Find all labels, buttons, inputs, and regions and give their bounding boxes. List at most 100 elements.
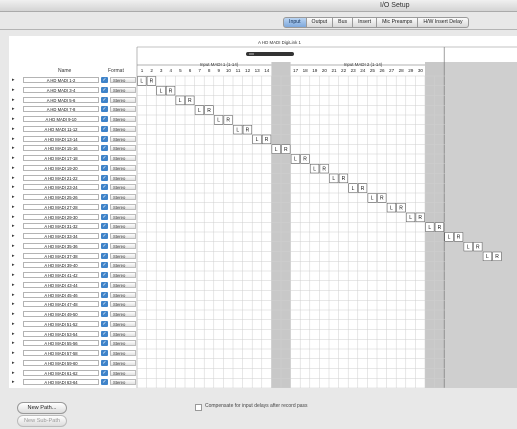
path-name-field[interactable]: A HD MADI 33-34 xyxy=(23,233,99,239)
tab-mic-preamps[interactable]: Mic Preamps xyxy=(377,17,419,28)
path-name-field[interactable]: A HD MADI 21-22 xyxy=(23,174,99,181)
path-name-field[interactable]: A HD MADI 41-42 xyxy=(23,272,99,278)
new-sub-path-button[interactable]: New Sub-Path xyxy=(17,415,67,427)
checkmark-icon[interactable]: ✓ xyxy=(101,86,108,93)
checkmark-icon[interactable]: ✓ xyxy=(101,369,108,376)
disclosure-triangle-icon[interactable]: ▸ xyxy=(12,97,15,103)
checkmark-icon[interactable]: ✓ xyxy=(101,330,108,337)
format-selector[interactable]: Stereo xyxy=(110,272,136,278)
disclosure-triangle-icon[interactable]: ▸ xyxy=(12,106,15,112)
tab-h-w-insert-delay[interactable]: H/W Insert Delay xyxy=(418,17,469,28)
path-name-field[interactable]: A HD MADI 59-60 xyxy=(23,359,99,366)
disclosure-triangle-icon[interactable]: ▸ xyxy=(12,175,15,181)
format-selector[interactable]: Stereo xyxy=(110,125,136,132)
path-name-field[interactable]: A HD MADI 5-6 xyxy=(23,96,99,103)
checkmark-icon[interactable]: ✓ xyxy=(101,213,108,220)
checkmark-icon[interactable]: ✓ xyxy=(101,194,108,200)
format-selector[interactable]: Stereo xyxy=(110,369,136,376)
checkmark-icon[interactable]: ✓ xyxy=(101,252,108,259)
format-selector[interactable]: Stereo xyxy=(110,340,136,347)
format-selector[interactable]: Stereo xyxy=(110,242,136,249)
format-selector[interactable]: Stereo xyxy=(110,116,136,122)
disclosure-triangle-icon[interactable]: ▸ xyxy=(12,350,15,356)
path-name-field[interactable]: A HD MADI 3-4 xyxy=(23,86,99,93)
checkmark-icon[interactable]: ✓ xyxy=(101,106,108,113)
disclosure-triangle-icon[interactable]: ▸ xyxy=(12,379,15,385)
disclosure-triangle-icon[interactable]: ▸ xyxy=(12,155,15,161)
format-selector[interactable]: Stereo xyxy=(110,233,136,239)
format-selector[interactable]: Stereo xyxy=(110,77,136,83)
path-name-field[interactable]: A HD MADI 27-28 xyxy=(23,203,99,210)
format-selector[interactable]: Stereo xyxy=(110,164,136,171)
checkmark-icon[interactable]: ✓ xyxy=(101,223,108,230)
disclosure-triangle-icon[interactable]: ▸ xyxy=(12,272,15,278)
disclosure-triangle-icon[interactable]: ▸ xyxy=(12,214,15,220)
disclosure-triangle-icon[interactable]: ▸ xyxy=(12,126,15,132)
format-selector[interactable]: Stereo xyxy=(110,213,136,220)
path-name-field[interactable]: A HD MADI 55-56 xyxy=(23,340,99,347)
tab-insert[interactable]: Insert xyxy=(353,17,378,28)
disclosure-triangle-icon[interactable]: ▸ xyxy=(12,360,15,366)
disclosure-triangle-icon[interactable]: ▸ xyxy=(12,253,15,259)
path-name-field[interactable]: A HD MADI 45-46 xyxy=(23,291,99,298)
checkmark-icon[interactable]: ✓ xyxy=(101,135,108,142)
path-name-field[interactable]: A HD MADI 37-38 xyxy=(23,252,99,259)
checkmark-icon[interactable]: ✓ xyxy=(101,116,108,122)
checkmark-icon[interactable]: ✓ xyxy=(101,320,108,327)
checkmark-icon[interactable]: ✓ xyxy=(101,145,108,152)
path-name-field[interactable]: A HD MADI 51-52 xyxy=(23,320,99,327)
format-selector[interactable]: Stereo xyxy=(110,301,136,308)
new-path-button[interactable]: New Path... xyxy=(17,402,67,414)
path-name-field[interactable]: A HD MADI 43-44 xyxy=(23,281,99,288)
disclosure-triangle-icon[interactable]: ▸ xyxy=(12,233,15,239)
path-name-field[interactable]: A HD MADI 13-14 xyxy=(23,135,99,142)
format-selector[interactable]: Stereo xyxy=(110,223,136,230)
disclosure-triangle-icon[interactable]: ▸ xyxy=(12,340,15,346)
path-name-field[interactable]: A HD MADI 25-26 xyxy=(23,194,99,200)
disclosure-triangle-icon[interactable]: ▸ xyxy=(12,282,15,288)
path-name-field[interactable]: A HD MADI 19-20 xyxy=(23,164,99,171)
disclosure-triangle-icon[interactable]: ▸ xyxy=(12,136,15,142)
path-name-field[interactable]: A HD MADI 57-58 xyxy=(23,350,99,356)
disclosure-triangle-icon[interactable]: ▸ xyxy=(12,311,15,317)
path-name-field[interactable]: A HD MADI 61-62 xyxy=(23,369,99,376)
format-selector[interactable]: Stereo xyxy=(110,252,136,259)
disclosure-triangle-icon[interactable]: ▸ xyxy=(12,184,15,190)
path-name-field[interactable]: A HD MADI 7-8 xyxy=(23,106,99,113)
disclosure-triangle-icon[interactable]: ▸ xyxy=(12,292,15,298)
checkmark-icon[interactable]: ✓ xyxy=(101,262,108,269)
disclosure-triangle-icon[interactable]: ▸ xyxy=(12,204,15,210)
format-selector[interactable]: Stereo xyxy=(110,281,136,288)
format-selector[interactable]: Stereo xyxy=(110,203,136,210)
disclosure-triangle-icon[interactable]: ▸ xyxy=(12,77,15,83)
format-selector[interactable]: Stereo xyxy=(110,86,136,93)
checkmark-icon[interactable]: ✓ xyxy=(101,311,108,317)
format-selector[interactable]: Stereo xyxy=(110,359,136,366)
checkmark-icon[interactable]: ✓ xyxy=(101,379,108,386)
checkmark-icon[interactable]: ✓ xyxy=(101,125,108,132)
disclosure-triangle-icon[interactable]: ▸ xyxy=(12,321,15,327)
checkmark-icon[interactable]: ✓ xyxy=(101,291,108,298)
checkmark-icon[interactable]: ✓ xyxy=(101,77,108,83)
checkmark-icon[interactable]: ✓ xyxy=(101,155,108,161)
path-name-field[interactable]: A HD MADI 47-48 xyxy=(23,301,99,308)
checkmark-icon[interactable]: ✓ xyxy=(101,203,108,210)
format-selector[interactable]: Stereo xyxy=(110,155,136,161)
format-selector[interactable]: Stereo xyxy=(110,330,136,337)
format-selector[interactable]: Stereo xyxy=(110,194,136,200)
path-name-field[interactable]: A HD MADI 17-18 xyxy=(23,155,99,161)
tab-input[interactable]: Input xyxy=(283,17,307,28)
disclosure-triangle-icon[interactable]: ▸ xyxy=(12,87,15,93)
checkmark-icon[interactable]: ✓ xyxy=(101,359,108,366)
path-name-field[interactable]: A HD MADI 31-32 xyxy=(23,223,99,230)
checkmark-icon[interactable]: ✓ xyxy=(101,96,108,103)
format-selector[interactable]: Stereo xyxy=(110,174,136,181)
disclosure-triangle-icon[interactable]: ▸ xyxy=(12,223,15,229)
disclosure-triangle-icon[interactable]: ▸ xyxy=(12,301,15,307)
checkmark-icon[interactable]: ✓ xyxy=(101,340,108,347)
path-name-field[interactable]: A HD MADI 63-64 xyxy=(23,379,99,386)
disclosure-triangle-icon[interactable]: ▸ xyxy=(12,331,15,337)
disclosure-triangle-icon[interactable]: ▸ xyxy=(12,243,15,249)
checkmark-icon[interactable]: ✓ xyxy=(101,174,108,181)
disclosure-triangle-icon[interactable]: ▸ xyxy=(12,194,15,200)
